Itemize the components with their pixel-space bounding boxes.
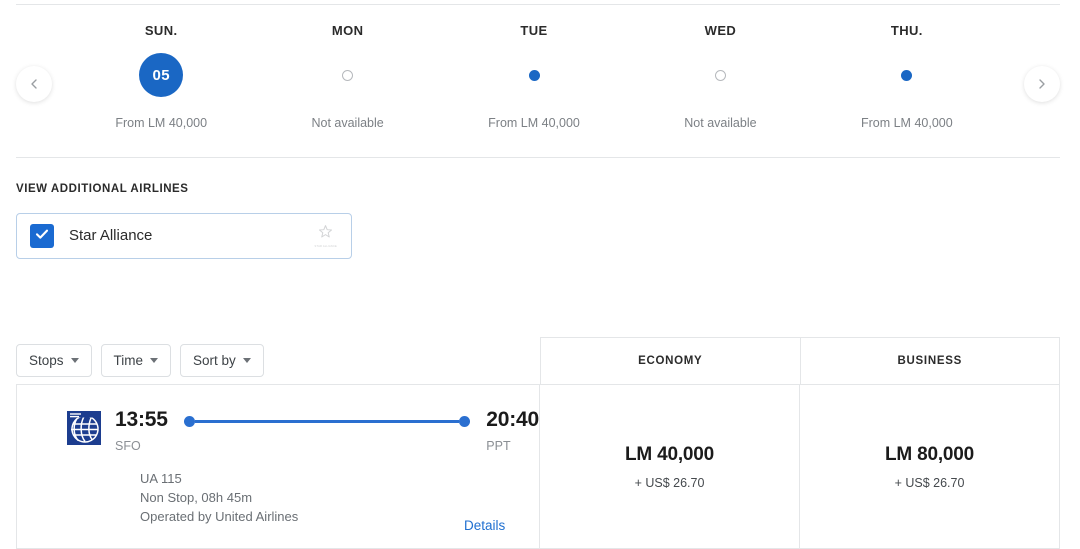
filter-sort-by-button[interactable]: Sort by [180, 344, 264, 377]
date-selector-strip: SUN. 05 From LM 40,000 MON Not available… [0, 5, 1080, 158]
date-dow-label: THU. [890, 23, 923, 38]
cabin-header-economy: ECONOMY [540, 337, 800, 384]
departure-time: 13:55 [115, 408, 168, 431]
flight-meta: UA 115 Non Stop, 08h 45m Operated by Uni… [17, 469, 539, 526]
destination-dot-icon [459, 416, 471, 427]
date-dow-label: MON [331, 23, 364, 38]
departure-airport: SFO [115, 439, 141, 453]
flight-path-line [194, 420, 460, 423]
star-icon [318, 224, 333, 244]
date-cell-wed[interactable]: WED Not available [627, 5, 813, 157]
flight-details-link[interactable]: Details [464, 517, 505, 535]
previous-dates-button[interactable] [16, 66, 52, 102]
flight-stops-duration: Non Stop, 08h 45m [140, 490, 253, 505]
filter-stops-label: Stops [29, 352, 64, 368]
date-price-label: From LM 40,000 [115, 116, 208, 130]
flight-results: Stops Time Sort by ECONOMY BUSINESS 13:5… [16, 337, 1060, 549]
business-miles-price: LM 80,000 [884, 443, 975, 465]
star-alliance-logo: STAR ALLIANCE [315, 224, 337, 248]
date-price-label: From LM 40,000 [860, 116, 953, 130]
business-taxes: + US$ 26.70 [894, 475, 965, 490]
star-alliance-logo-text: STAR ALLIANCE [314, 245, 337, 248]
date-dot-unavailable-icon [342, 69, 354, 81]
price-cell-business[interactable]: LM 80,000 + US$ 26.70 [799, 385, 1059, 548]
additional-airlines-section: VIEW ADDITIONAL AIRLINES Star Alliance S… [16, 182, 536, 259]
cabin-header-business: BUSINESS [799, 337, 1060, 384]
flight-itinerary: 13:55 SFO 20:40 PPT UA 115 Non Stop, 08h… [17, 385, 540, 548]
date-dow-label: TUE [520, 23, 548, 38]
origin-dot-icon [183, 416, 195, 427]
economy-taxes: + US$ 26.70 [634, 475, 705, 490]
date-dow-label: WED [704, 23, 737, 38]
star-alliance-checkbox[interactable] [30, 224, 54, 248]
filter-bar: Stops Time Sort by [16, 337, 540, 384]
next-dates-button[interactable] [1024, 66, 1060, 102]
date-marker: 05 [139, 47, 184, 103]
date-marker [901, 47, 913, 103]
date-marker [714, 47, 726, 103]
star-alliance-option[interactable]: Star Alliance STAR ALLIANCE [16, 213, 352, 259]
filter-stops-button[interactable]: Stops [16, 344, 92, 377]
filter-time-button[interactable]: Time [100, 344, 172, 377]
date-cell-sun[interactable]: SUN. 05 From LM 40,000 [68, 5, 254, 157]
date-marker [342, 47, 354, 103]
chevron-down-icon [70, 358, 79, 363]
date-selected-circle[interactable]: 05 [139, 53, 184, 97]
date-price-label: From LM 40,000 [488, 116, 580, 130]
chevron-down-icon [150, 358, 159, 363]
additional-airlines-title: VIEW ADDITIONAL AIRLINES [16, 183, 189, 195]
price-cell-economy[interactable]: LM 40,000 + US$ 26.70 [540, 385, 799, 548]
date-price-label: Not available [684, 116, 757, 130]
results-header: Stops Time Sort by ECONOMY BUSINESS [16, 337, 1060, 384]
arrival-block: 20:40 PPT [486, 407, 539, 454]
flight-number: UA 115 [140, 471, 182, 486]
filter-time-label: Time [113, 352, 144, 368]
departure-block: 13:55 SFO [115, 407, 168, 454]
date-cell-thu[interactable]: THU. From LM 40,000 [814, 5, 1000, 157]
date-cell-mon[interactable]: MON Not available [254, 5, 440, 157]
star-alliance-label: Star Alliance [69, 227, 153, 244]
date-cells: SUN. 05 From LM 40,000 MON Not available… [68, 5, 1000, 157]
chevron-down-icon [242, 358, 251, 363]
filter-sort-by-label: Sort by [193, 352, 236, 368]
date-marker [528, 47, 540, 103]
date-strip-divider [16, 157, 1060, 158]
date-dot-available-icon [528, 69, 540, 81]
united-airlines-logo-icon [67, 411, 101, 445]
chevron-left-icon [27, 77, 41, 91]
arrival-airport: PPT [486, 439, 511, 453]
date-dot-unavailable-icon [714, 69, 726, 81]
flight-times-row: 13:55 SFO 20:40 PPT [17, 407, 539, 454]
date-cell-tue[interactable]: TUE From LM 40,000 [441, 5, 627, 157]
date-price-label: Not available [311, 116, 384, 130]
date-dot-available-icon [901, 69, 913, 81]
arrival-time: 20:40 [486, 408, 539, 431]
flight-row: 13:55 SFO 20:40 PPT UA 115 Non Stop, 08h… [16, 384, 1060, 549]
date-dow-label: SUN. [144, 23, 178, 38]
chevron-right-icon [1035, 77, 1049, 91]
economy-miles-price: LM 40,000 [624, 443, 715, 465]
flight-path-graphic [168, 416, 487, 427]
check-icon [34, 226, 50, 247]
